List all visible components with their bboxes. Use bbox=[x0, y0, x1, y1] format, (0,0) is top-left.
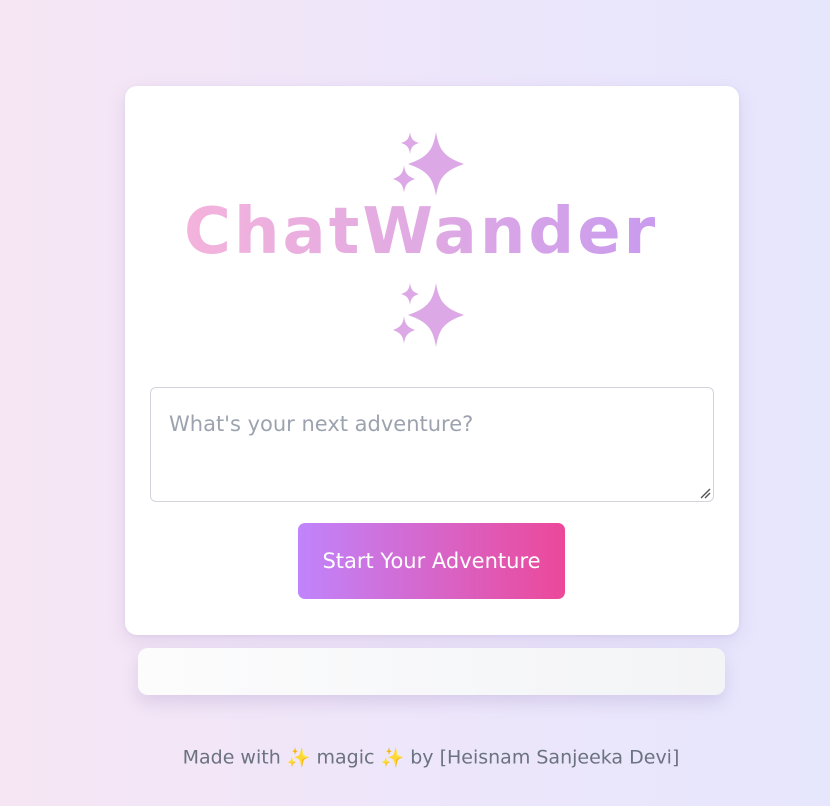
start-adventure-button[interactable]: Start Your Adventure bbox=[298, 523, 565, 599]
footer-made-with: Made with bbox=[182, 746, 281, 769]
footer-magic: magic bbox=[316, 746, 375, 769]
sparkles-icon bbox=[393, 283, 464, 347]
main-card: ChatWander Start Your Adventure bbox=[125, 86, 739, 635]
sparkles-emoji-icon: ✨ bbox=[380, 747, 405, 769]
prompt-field-wrapper bbox=[150, 387, 714, 502]
app-title: ChatWander bbox=[184, 195, 659, 269]
footer-author: by [Heisnam Sanjeeka Devi] bbox=[410, 746, 680, 769]
adventure-prompt-input[interactable] bbox=[150, 387, 714, 502]
sparkles-emoji-icon: ✨ bbox=[286, 747, 311, 769]
result-panel bbox=[138, 648, 725, 695]
footer-credit: Made with ✨ magic ✨ by [Heisnam Sanjeeka… bbox=[0, 746, 830, 770]
